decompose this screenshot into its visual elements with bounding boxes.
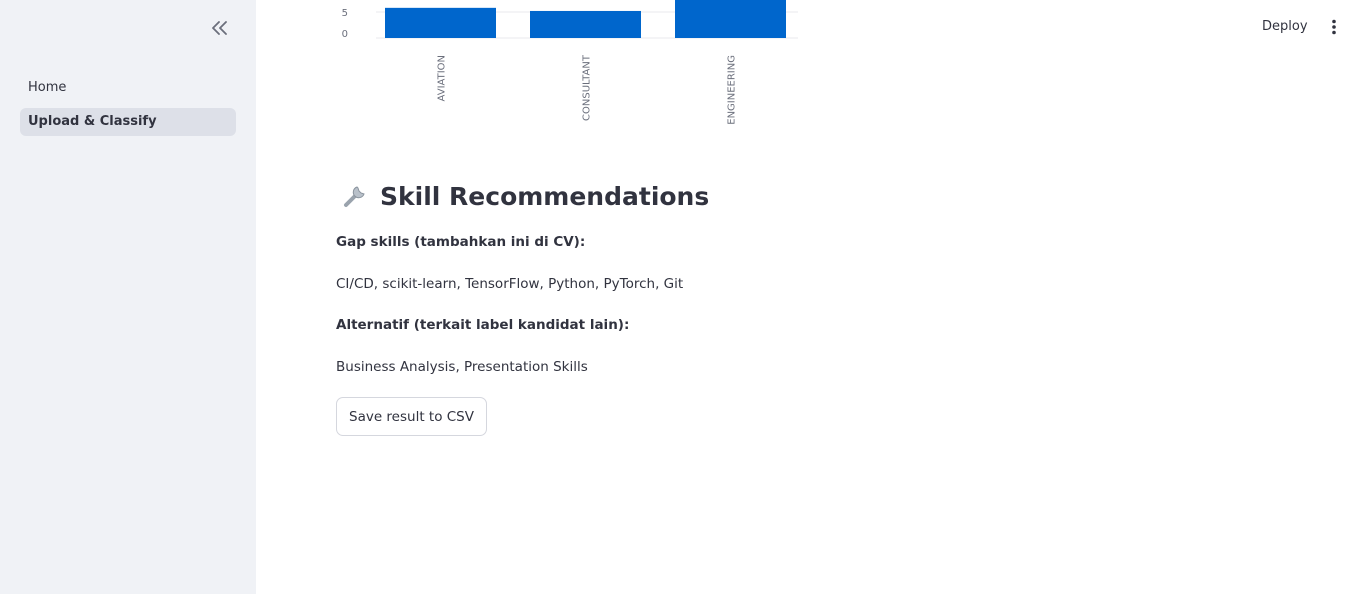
- deploy-label: Deploy: [1262, 19, 1308, 34]
- sidebar: Home Upload & Classify: [0, 0, 256, 594]
- section-title: Skill Recommendations: [380, 181, 710, 211]
- sidebar-item-upload-classify[interactable]: Upload & Classify: [20, 108, 236, 136]
- alternative-skills-list: Business Analysis, Presentation Skills: [336, 359, 588, 375]
- sidebar-nav: Home Upload & Classify: [20, 74, 236, 142]
- app: Home Upload & Classify Deploy 5 0 AVIATI…: [0, 0, 1365, 594]
- y-tick-label: 5: [342, 8, 348, 19]
- gap-skills-list: CI/CD, scikit-learn, TensorFlow, Python,…: [336, 276, 684, 292]
- deploy-button[interactable]: Deploy: [1262, 16, 1308, 38]
- bar-aviation: [385, 7, 496, 38]
- vertical-dots-icon: [1332, 19, 1336, 35]
- x-tick-label: ENGINEERING: [727, 55, 738, 125]
- double-chevron-left-icon: [212, 21, 227, 35]
- collapse-sidebar-button[interactable]: [208, 16, 232, 40]
- alternative-skills-label: Alternatif (terkait label kandidat lain)…: [336, 317, 630, 333]
- y-tick-label: 0: [342, 29, 348, 40]
- sidebar-item-home[interactable]: Home: [20, 74, 236, 102]
- bar-consultant: [530, 10, 641, 39]
- bar-chart-svg: 5 0 AVIATION CONSULTANT ENGINEERING: [342, 0, 798, 125]
- category-bar-chart: 5 0 AVIATION CONSULTANT ENGINEERING: [330, 0, 810, 135]
- bar-engineering: [675, 0, 786, 38]
- gap-skills-label: Gap skills (tambahkan ini di CV):: [336, 234, 586, 250]
- x-tick-labels-group: AVIATION CONSULTANT ENGINEERING: [437, 54, 738, 125]
- wrench-icon: [344, 186, 365, 207]
- sidebar-item-label: Upload & Classify: [28, 114, 157, 129]
- bars-group: [385, 0, 786, 39]
- main-menu-button[interactable]: [1326, 17, 1342, 37]
- save-csv-button[interactable]: Save result to CSV: [336, 397, 487, 436]
- x-tick-label: AVIATION: [437, 55, 448, 101]
- x-tick-label: CONSULTANT: [582, 54, 593, 121]
- skill-recommendations-heading: Skill Recommendations: [340, 178, 709, 214]
- sidebar-item-label: Home: [28, 80, 67, 95]
